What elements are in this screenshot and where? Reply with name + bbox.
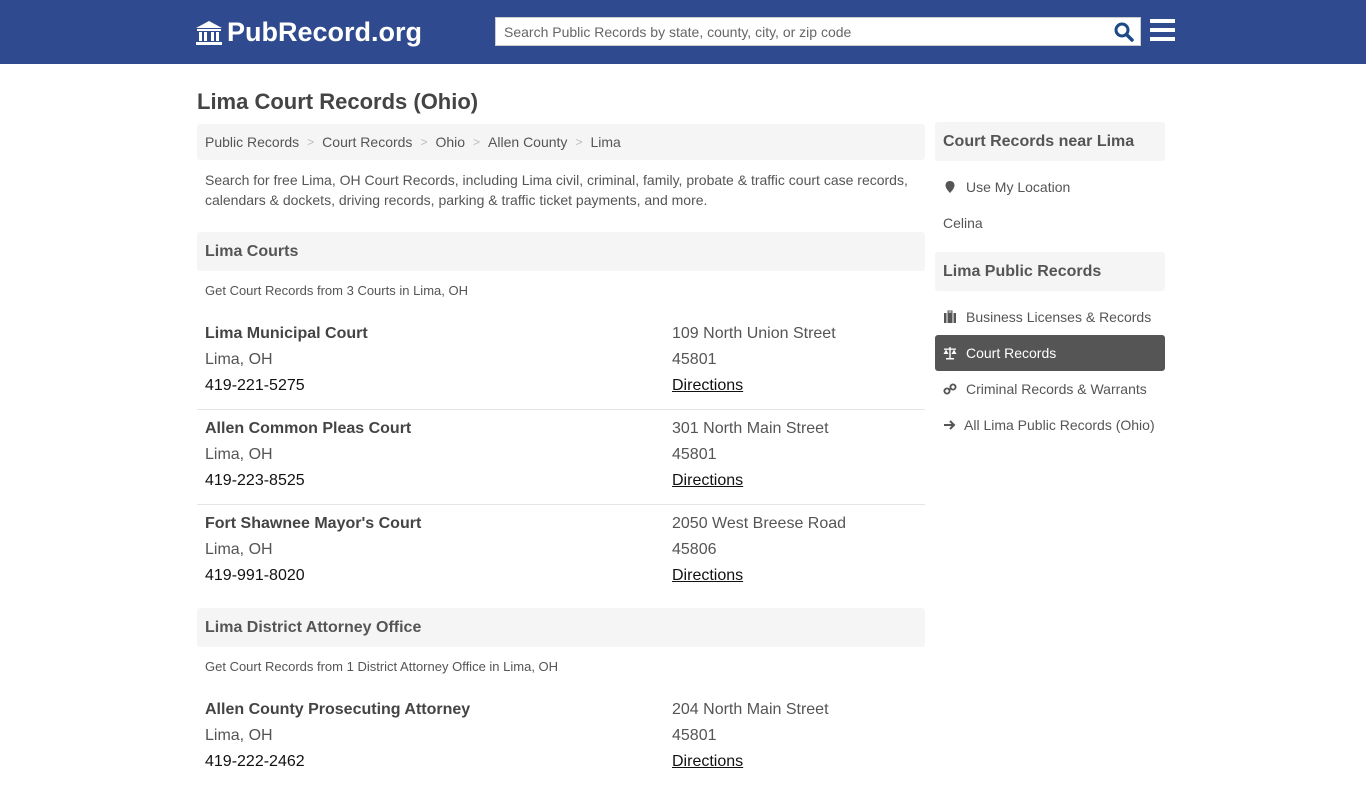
breadcrumb-allen-county[interactable]: Allen County [488, 134, 567, 150]
use-my-location-link[interactable]: Use My Location [935, 177, 1165, 197]
court-address: 301 North Main Street [672, 420, 829, 437]
breadcrumb-separator: > [307, 135, 315, 149]
court-entry: Fort Shawnee Mayor's Court Lima, OH 419-… [197, 505, 925, 600]
breadcrumb-separator: > [420, 135, 428, 149]
logo-text: PubRecord.org [227, 17, 423, 47]
directions-link[interactable]: Directions [672, 472, 743, 489]
courthouse-icon [196, 20, 222, 45]
search-icon[interactable] [1114, 22, 1134, 42]
court-phone[interactable]: 419-221-5275 [205, 373, 672, 399]
breadcrumb-ohio[interactable]: Ohio [435, 134, 465, 150]
office-phone[interactable]: 419-222-2462 [205, 749, 672, 775]
attorney-entry: Allen County Prosecuting Attorney Lima, … [197, 691, 925, 786]
court-name: Fort Shawnee Mayor's Court [205, 515, 422, 532]
breadcrumb: Public Records > Court Records > Ohio > … [197, 124, 925, 160]
nearby-city-link[interactable]: Celina [935, 213, 1165, 233]
arrow-right-icon [944, 420, 956, 430]
directions-link[interactable]: Directions [672, 753, 743, 770]
court-entry: Lima Municipal Court Lima, OH 419-221-52… [197, 315, 925, 410]
court-name: Lima Municipal Court [205, 325, 368, 342]
breadcrumb-lima[interactable]: Lima [590, 134, 620, 150]
section-subtitle: Get Court Records from 3 Courts in Lima,… [205, 283, 468, 298]
directions-link[interactable]: Directions [672, 567, 743, 584]
court-zip: 45806 [672, 541, 717, 558]
nearby-city-label: Celina [943, 215, 983, 231]
court-address: 109 North Union Street [672, 325, 836, 342]
intro-text: Search for free Lima, OH Court Records, … [205, 172, 908, 208]
use-my-location-label: Use My Location [966, 179, 1071, 195]
office-city: Lima, OH [205, 727, 273, 744]
court-city: Lima, OH [205, 351, 273, 368]
map-marker-icon [945, 181, 955, 193]
site-logo[interactable]: PubRecord.org [195, 17, 422, 48]
site-header: PubRecord.org [0, 0, 1366, 64]
court-city: Lima, OH [205, 446, 273, 463]
office-zip: 45801 [672, 727, 717, 744]
sidebar-item-court-records[interactable]: Court Records [935, 335, 1165, 371]
section-heading-courts: Lima Courts [197, 232, 925, 271]
scale-icon [943, 347, 957, 360]
sidebar-heading-near: Court Records near Lima [935, 122, 1165, 161]
court-city: Lima, OH [205, 541, 273, 558]
link-icon [943, 383, 957, 395]
hamburger-menu-icon[interactable] [1150, 19, 1175, 43]
sidebar-item-label: All Lima Public Records (Ohio) [964, 417, 1155, 433]
court-zip: 45801 [672, 351, 717, 368]
office-name: Allen County Prosecuting Attorney [205, 701, 471, 718]
breadcrumb-separator: > [473, 135, 481, 149]
main-content: Lima Court Records (Ohio) Public Records… [197, 64, 925, 786]
court-name: Allen Common Pleas Court [205, 420, 412, 437]
court-zip: 45801 [672, 446, 717, 463]
court-phone[interactable]: 419-223-8525 [205, 468, 672, 494]
sidebar-item-business-licenses[interactable]: Business Licenses & Records [935, 307, 1165, 327]
office-address: 204 North Main Street [672, 701, 829, 718]
sidebar: Court Records near Lima Use My Location … [935, 122, 1165, 435]
directions-link[interactable]: Directions [672, 377, 743, 394]
court-phone[interactable]: 419-991-8020 [205, 563, 672, 589]
breadcrumb-public-records[interactable]: Public Records [205, 134, 299, 150]
sidebar-item-label: Criminal Records & Warrants [966, 381, 1147, 397]
section-heading-district-attorney: Lima District Attorney Office [197, 608, 925, 647]
briefcase-icon [944, 310, 956, 323]
sidebar-item-all-public-records[interactable]: All Lima Public Records (Ohio) [935, 415, 1165, 435]
search-box [495, 17, 1141, 46]
breadcrumb-separator: > [575, 135, 583, 149]
section-subtitle: Get Court Records from 1 District Attorn… [205, 659, 559, 674]
sidebar-item-label: Business Licenses & Records [966, 309, 1152, 325]
sidebar-item-criminal-records[interactable]: Criminal Records & Warrants [935, 379, 1165, 399]
sidebar-heading-public-records: Lima Public Records [935, 252, 1165, 291]
breadcrumb-court-records[interactable]: Court Records [322, 134, 412, 150]
court-address: 2050 West Breese Road [672, 515, 847, 532]
sidebar-item-label: Court Records [966, 345, 1057, 361]
search-input[interactable] [496, 18, 1096, 45]
court-entry: Allen Common Pleas Court Lima, OH 419-22… [197, 410, 925, 505]
page-title: Lima Court Records (Ohio) [197, 89, 479, 114]
